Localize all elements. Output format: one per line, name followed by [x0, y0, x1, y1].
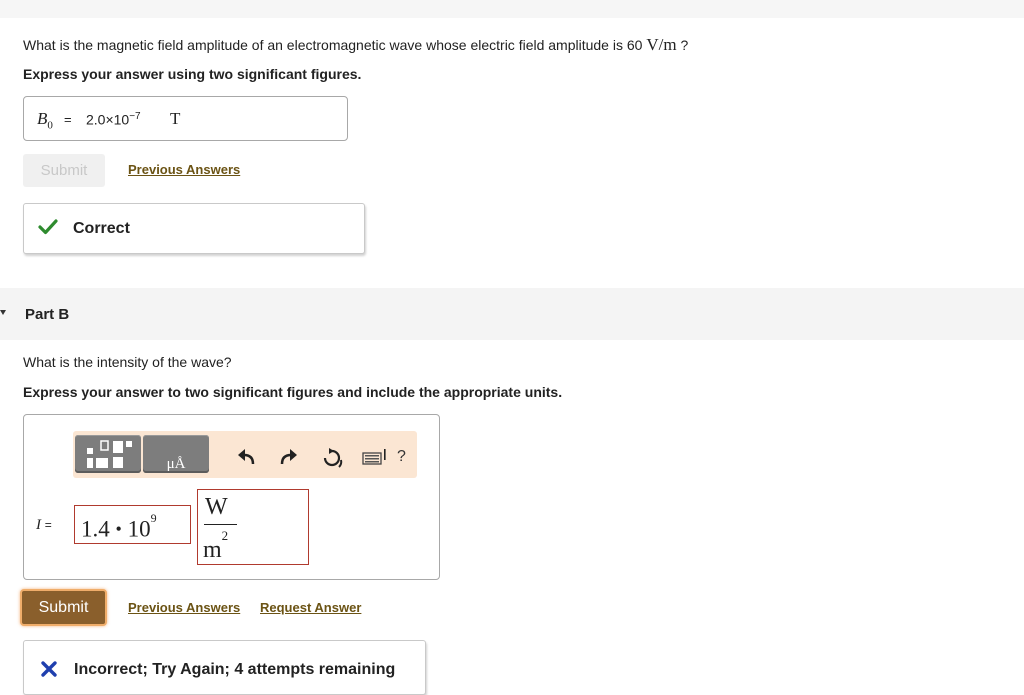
request-answer-link[interactable]: Request Answer	[260, 600, 361, 615]
answer-variable: I =	[36, 517, 52, 533]
equals-sign: =	[64, 112, 72, 127]
part-b-answer-box: μÅ ? I = 1.4 • 109 W m2	[23, 414, 440, 580]
top-strip	[0, 0, 1024, 18]
part-b-question: What is the intensity of the wave?	[23, 354, 232, 370]
math-toolbar: μÅ ?	[73, 431, 417, 478]
part-a-answer-box: B0 = 2.0×10−7 T	[23, 96, 348, 141]
part-b-title: Part B	[25, 306, 70, 323]
part-a-submit-button[interactable]: Submit	[23, 154, 105, 187]
checkmark-icon	[38, 218, 58, 241]
units-glyph: μÅ	[167, 456, 186, 472]
answer-unit: T	[170, 109, 181, 128]
part-a-instruction: Express your answer using two significan…	[23, 66, 362, 82]
undo-icon[interactable]	[236, 447, 258, 467]
part-a-question: What is the magnetic field amplitude of …	[23, 35, 689, 54]
feedback-text: Incorrect; Try Again; 4 attempts remaini…	[74, 661, 396, 678]
answer-value: 2.0×10−7	[86, 111, 141, 128]
unit-denominator: m2	[203, 528, 229, 563]
unit-numerator: W	[205, 494, 228, 520]
value-input[interactable]: 1.4 • 109	[74, 505, 191, 544]
part-b-feedback-incorrect: Incorrect; Try Again; 4 attempts remaini…	[23, 640, 426, 695]
part-b-previous-answers-link[interactable]: Previous Answers	[128, 600, 240, 615]
part-a-feedback-correct: Correct	[23, 203, 365, 254]
collapse-arrow-icon[interactable]	[0, 310, 6, 315]
part-b-header[interactable]: Part B	[0, 288, 1024, 340]
part-b-submit-button[interactable]: Submit	[20, 589, 107, 626]
reset-icon[interactable]	[319, 447, 343, 468]
answer-variable: B0	[37, 109, 53, 132]
x-icon	[40, 660, 58, 683]
part-a-previous-answers-link[interactable]: Previous Answers	[128, 162, 240, 177]
units-icon[interactable]: μÅ	[143, 435, 209, 473]
help-button[interactable]: ?	[397, 448, 406, 466]
part-b-instruction: Express your answer to two significant f…	[23, 384, 563, 400]
fraction-bar	[204, 524, 237, 525]
keyboard-icon[interactable]	[361, 447, 386, 467]
templates-icon[interactable]	[75, 435, 141, 473]
redo-icon[interactable]	[277, 447, 299, 467]
units-input[interactable]: W m2	[197, 489, 309, 565]
feedback-text: Correct	[73, 220, 130, 237]
